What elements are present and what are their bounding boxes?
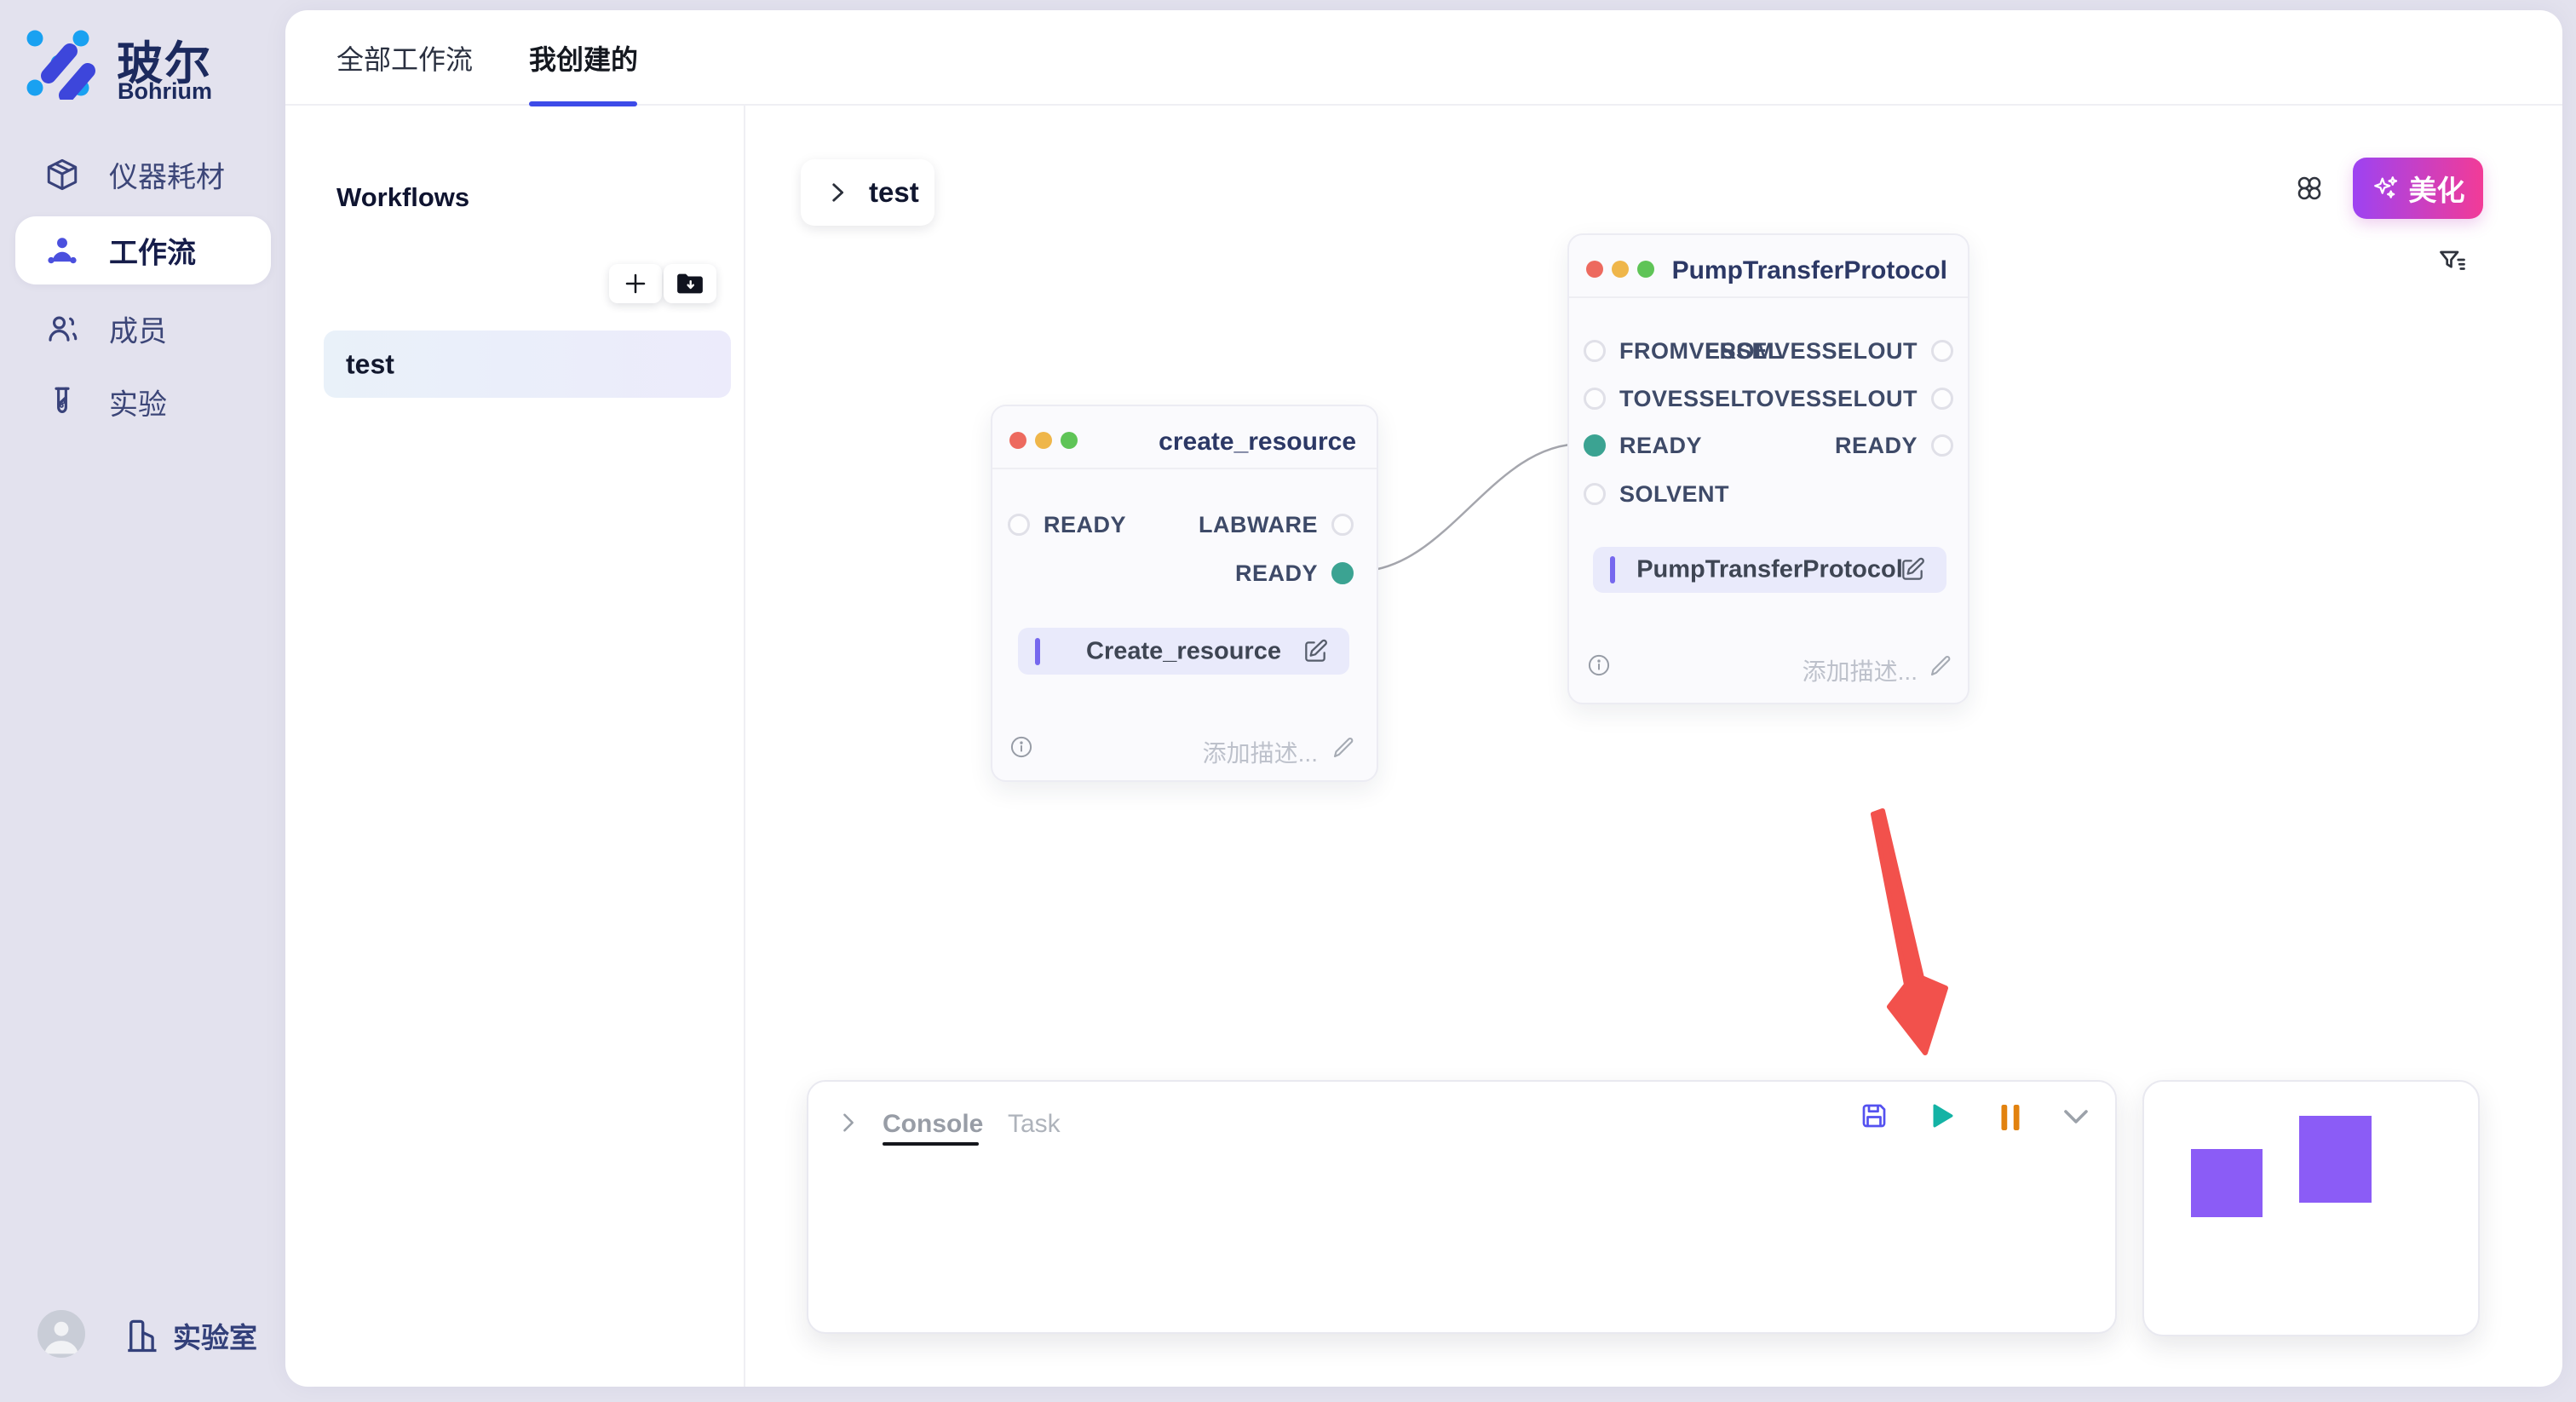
console-expand-chevron-icon[interactable]: [833, 1108, 862, 1137]
breadcrumb-label: test: [869, 176, 919, 209]
test-tube-icon: [44, 384, 80, 420]
port-input-solvent[interactable]: SOLVENT: [1584, 482, 1729, 506]
port-dot[interactable]: [1931, 388, 1953, 410]
import-workflow-button[interactable]: [664, 264, 716, 303]
members-icon: [44, 311, 80, 347]
traffic-light-yellow-icon: [1035, 432, 1052, 449]
sidebar-item-workflow[interactable]: 工作流: [15, 216, 271, 284]
bohrium-logo-icon: [26, 28, 97, 100]
beautify-label: 美化: [2409, 168, 2465, 209]
pause-icon[interactable]: [1997, 1102, 2024, 1133]
port-dot-connected[interactable]: [1584, 434, 1606, 457]
tab-my-created[interactable]: 我创建的: [529, 38, 638, 78]
traffic-light-yellow-icon: [1612, 261, 1629, 278]
node-pump-transfer-protocol[interactable]: PumpTransferProtocol FROMVESSEL TOVESSEL…: [1567, 233, 1969, 704]
filter-icon[interactable]: [2437, 247, 2468, 278]
tab-all-workflows[interactable]: 全部工作流: [336, 38, 473, 78]
port-dot-connected[interactable]: [1331, 562, 1354, 584]
run-icon[interactable]: [1925, 1100, 1958, 1132]
port-dot[interactable]: [1931, 340, 1953, 362]
workflow-tabs-bar: 全部工作流 我创建的: [285, 10, 2562, 106]
node-create-resource[interactable]: create_resource READY LABWARE READY Crea…: [991, 405, 1378, 782]
console-active-tab-underline: [883, 1142, 979, 1146]
add-workflow-button[interactable]: [609, 264, 662, 303]
pill-label: PumpTransferProtocol: [1593, 556, 1946, 584]
canvas-minimap[interactable]: [2142, 1080, 2480, 1336]
node-description-placeholder[interactable]: 添加描述...: [1203, 735, 1318, 769]
info-icon[interactable]: [1587, 653, 1611, 677]
node-action-pill[interactable]: PumpTransferProtocol: [1593, 547, 1946, 593]
beautify-button[interactable]: 美化: [2353, 158, 2483, 219]
edit-icon[interactable]: [1302, 638, 1329, 665]
port-input-ready[interactable]: READY: [1584, 434, 1702, 457]
minimap-node-pump-transfer: [2299, 1116, 2372, 1203]
console-tab[interactable]: Console: [883, 1110, 983, 1139]
sidebar-item-experiment[interactable]: 实验: [15, 368, 271, 436]
app-sidebar: 玻尔 Bohrium 仪器耗材 工作流 成员: [0, 0, 285, 1402]
command-icon[interactable]: [2294, 173, 2325, 204]
port-output-fromvesselout[interactable]: FROMVESSELOUT: [1705, 339, 1953, 363]
console-panel: [807, 1080, 2117, 1334]
workspace-switcher[interactable]: 实验室: [124, 1315, 257, 1356]
info-icon[interactable]: [1009, 735, 1033, 759]
port-dot[interactable]: [1008, 514, 1030, 536]
workflows-panel: Workflows test: [285, 106, 745, 1387]
node-action-pill[interactable]: Create_resource: [1018, 628, 1349, 675]
building-icon: [124, 1316, 159, 1355]
port-output-tovesselout[interactable]: TOVESSELOUT: [1742, 387, 1953, 411]
breadcrumb[interactable]: test: [801, 159, 934, 226]
port-input-ready[interactable]: READY: [1008, 513, 1126, 537]
app-window: 玻尔 Bohrium 仪器耗材 工作流 成员: [0, 0, 2576, 1402]
sidebar-item-members[interactable]: 成员: [15, 295, 271, 363]
save-icon[interactable]: [1859, 1100, 1889, 1131]
port-dot[interactable]: [1931, 434, 1953, 457]
avatar-person-icon: [37, 1310, 85, 1358]
workflow-item-label: test: [346, 348, 394, 380]
traffic-light-red-icon: [1586, 261, 1603, 278]
sidebar-item-label: 仪器耗材: [109, 154, 225, 196]
port-output-ready[interactable]: READY: [1835, 434, 1953, 457]
task-tab[interactable]: Task: [1008, 1110, 1061, 1139]
workflow-list-item-test[interactable]: test: [324, 330, 731, 398]
collapse-console-chevron-icon[interactable]: [2060, 1104, 2092, 1129]
workflows-panel-title: Workflows: [336, 182, 469, 213]
workflow-person-icon: [44, 233, 80, 268]
sidebar-item-instruments[interactable]: 仪器耗材: [15, 141, 271, 209]
sidebar-item-label: 成员: [109, 308, 167, 350]
sidebar-item-label: 实验: [109, 382, 167, 423]
port-output-labware[interactable]: LABWARE: [1199, 513, 1354, 537]
node-header: PumpTransferProtocol: [1569, 235, 1968, 298]
sparkles-icon: [2372, 174, 2401, 203]
port-output-ready[interactable]: READY: [1235, 561, 1354, 585]
pencil-icon[interactable]: [1331, 735, 1356, 761]
user-avatar[interactable]: [37, 1310, 85, 1358]
traffic-light-green-icon: [1637, 261, 1654, 278]
pill-label: Create_resource: [1018, 637, 1349, 665]
port-dot[interactable]: [1584, 340, 1606, 362]
minimap-node-create-resource: [2191, 1149, 2263, 1217]
pencil-icon[interactable]: [1928, 653, 1953, 679]
workspace-label: 实验室: [173, 1315, 257, 1356]
node-title: PumpTransferProtocol: [1672, 256, 1947, 285]
node-title: create_resource: [1159, 428, 1356, 457]
port-dot[interactable]: [1584, 388, 1606, 410]
node-header: create_resource: [992, 406, 1377, 469]
edit-icon[interactable]: [1899, 556, 1926, 583]
port-dot[interactable]: [1331, 514, 1354, 536]
package-icon: [44, 157, 80, 192]
node-description-placeholder[interactable]: 添加描述...: [1803, 653, 1918, 687]
folder-import-icon: [676, 271, 704, 296]
chevron-right-icon: [823, 178, 852, 207]
traffic-light-green-icon: [1061, 432, 1078, 449]
plus-icon: [623, 271, 648, 296]
port-input-tovessel[interactable]: TOVESSEL: [1584, 387, 1745, 411]
sidebar-item-label: 工作流: [109, 230, 196, 272]
traffic-light-red-icon: [1009, 432, 1026, 449]
logo-subtitle: Bohrium: [118, 78, 212, 105]
port-dot[interactable]: [1584, 483, 1606, 505]
